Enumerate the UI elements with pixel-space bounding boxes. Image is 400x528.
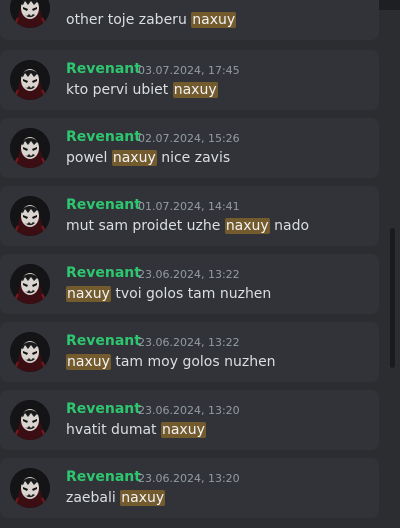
message-text-part: hvatit dumat [66,422,161,438]
scrollbar-thumb[interactable] [390,228,395,368]
message-timestamp: 01.07.2024, 14:41 [138,200,240,213]
search-result-card[interactable]: Revenant 23.06.2024, 13:22 naxuy tvoi go… [0,254,379,314]
avatar-image [10,60,50,100]
author-name[interactable]: Revenant [66,129,141,145]
search-results-list: other toje zaberu naxuy Revenant 03.07.2… [0,0,400,528]
message-text-part: kto pervi ubiet [66,82,173,98]
message-timestamp: 23.06.2024, 13:22 [138,268,240,281]
search-highlight: naxuy [224,218,270,234]
avatar[interactable] [10,400,50,440]
message-timestamp: 02.07.2024, 15:26 [138,132,240,145]
message-timestamp: 23.06.2024, 13:20 [138,404,240,417]
message-text: naxuy tam moy golos nuzhen [66,354,276,370]
avatar[interactable] [10,60,50,100]
search-highlight: naxuy [66,286,111,302]
search-result-card[interactable]: Revenant 23.06.2024, 13:20 zaebali naxuy [0,458,379,518]
avatar[interactable] [10,196,50,236]
avatar-image [10,332,50,372]
author-name[interactable]: Revenant [66,401,141,417]
message-text-part: nice zavis [156,150,231,166]
message-text: kto pervi ubiet naxuy [66,82,218,98]
avatar-image [10,0,50,28]
author-name[interactable]: Revenant [66,333,141,349]
search-result-card[interactable]: Revenant 01.07.2024, 14:41 mut sam proid… [0,186,379,246]
search-result-card[interactable]: Revenant 02.07.2024, 15:26 powel naxuy n… [0,118,379,178]
search-highlight: naxuy [191,12,237,28]
search-highlight: naxuy [66,354,111,370]
message-text: mut sam proidet uzhe naxuy nado [66,218,309,234]
message-timestamp: 23.06.2024, 13:20 [138,472,240,485]
search-result-card[interactable]: other toje zaberu naxuy [0,0,379,40]
message-text-part: other toje zaberu [66,12,192,28]
avatar-image [10,196,50,236]
message-text: naxuy tvoi golos tam nuzhen [66,286,271,302]
message-text: zaebali naxuy [66,490,166,506]
search-highlight: naxuy [160,422,206,438]
avatar-image [10,264,50,304]
avatar-image [10,468,50,508]
avatar[interactable] [10,468,50,508]
author-name[interactable]: Revenant [66,469,141,485]
message-text-part: tam moy golos nuzhen [110,354,276,370]
author-name[interactable]: Revenant [66,265,141,281]
avatar[interactable] [10,332,50,372]
author-name[interactable]: Revenant [66,197,141,213]
message-text-part: mut sam proidet uzhe [66,218,225,234]
avatar-image [10,400,50,440]
message-timestamp: 03.07.2024, 17:45 [138,64,240,77]
message-text: hvatit dumat naxuy [66,422,206,438]
avatar[interactable] [10,0,50,28]
search-result-card[interactable]: Revenant 23.06.2024, 13:20 hvatit dumat … [0,390,379,450]
message-text-part: nado [269,218,310,234]
author-name[interactable]: Revenant [66,61,141,77]
search-result-card[interactable]: Revenant 23.06.2024, 13:22 naxuy tam moy… [0,322,379,382]
message-text-part: powel [66,150,112,166]
search-highlight: naxuy [172,82,218,98]
avatar-image [10,128,50,168]
message-timestamp: 23.06.2024, 13:22 [138,336,240,349]
message-text-part: tvoi golos tam nuzhen [110,286,272,302]
avatar[interactable] [10,264,50,304]
avatar[interactable] [10,128,50,168]
message-text: other toje zaberu naxuy [66,12,237,28]
message-text-part: zaebali [66,490,121,506]
message-text: powel naxuy nice zavis [66,150,230,166]
search-highlight: naxuy [120,490,166,506]
search-highlight: naxuy [111,150,157,166]
search-result-card[interactable]: Revenant 03.07.2024, 17:45 kto pervi ubi… [0,50,379,110]
